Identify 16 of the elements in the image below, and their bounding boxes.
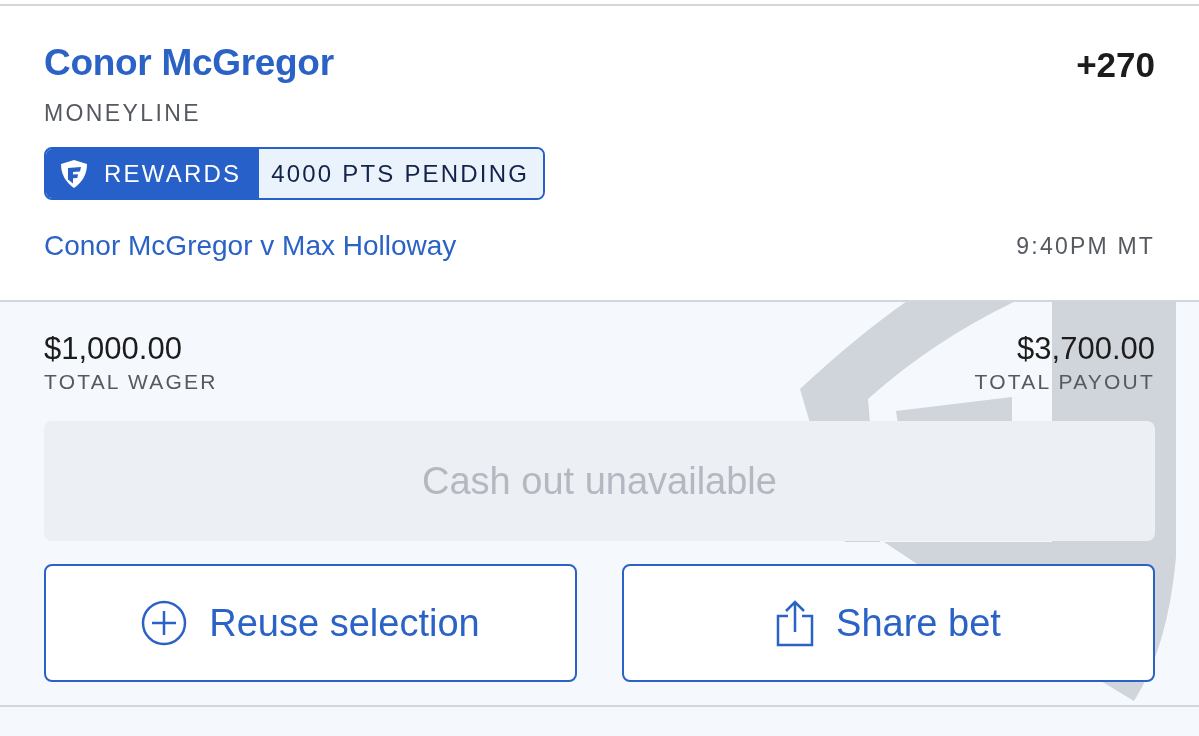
total-payout-label: TOTAL PAYOUT — [974, 369, 1155, 395]
total-wager-amount: $1,000.00 — [44, 331, 183, 367]
reuse-selection-button[interactable]: Reuse selection — [44, 564, 577, 682]
total-wager-label: TOTAL WAGER — [44, 369, 218, 395]
event-link[interactable]: Conor McGregor v Max Holloway — [44, 228, 457, 264]
plus-circle-icon — [141, 600, 188, 646]
market-type: MONEYLINE — [44, 99, 203, 127]
rewards-points: 4000 PTS PENDING — [259, 149, 544, 198]
selection-name: Conor McGregor — [44, 41, 334, 85]
odds-value: +270 — [1076, 44, 1155, 86]
total-payout-amount: $3,700.00 — [1016, 331, 1155, 367]
event-time: 9:40PM MT — [1016, 232, 1155, 261]
shield-logo-icon — [60, 158, 88, 189]
rewards-label: REWARDS — [104, 158, 242, 189]
share-icon — [776, 599, 815, 647]
share-bet-button[interactable]: Share bet — [622, 564, 1155, 682]
